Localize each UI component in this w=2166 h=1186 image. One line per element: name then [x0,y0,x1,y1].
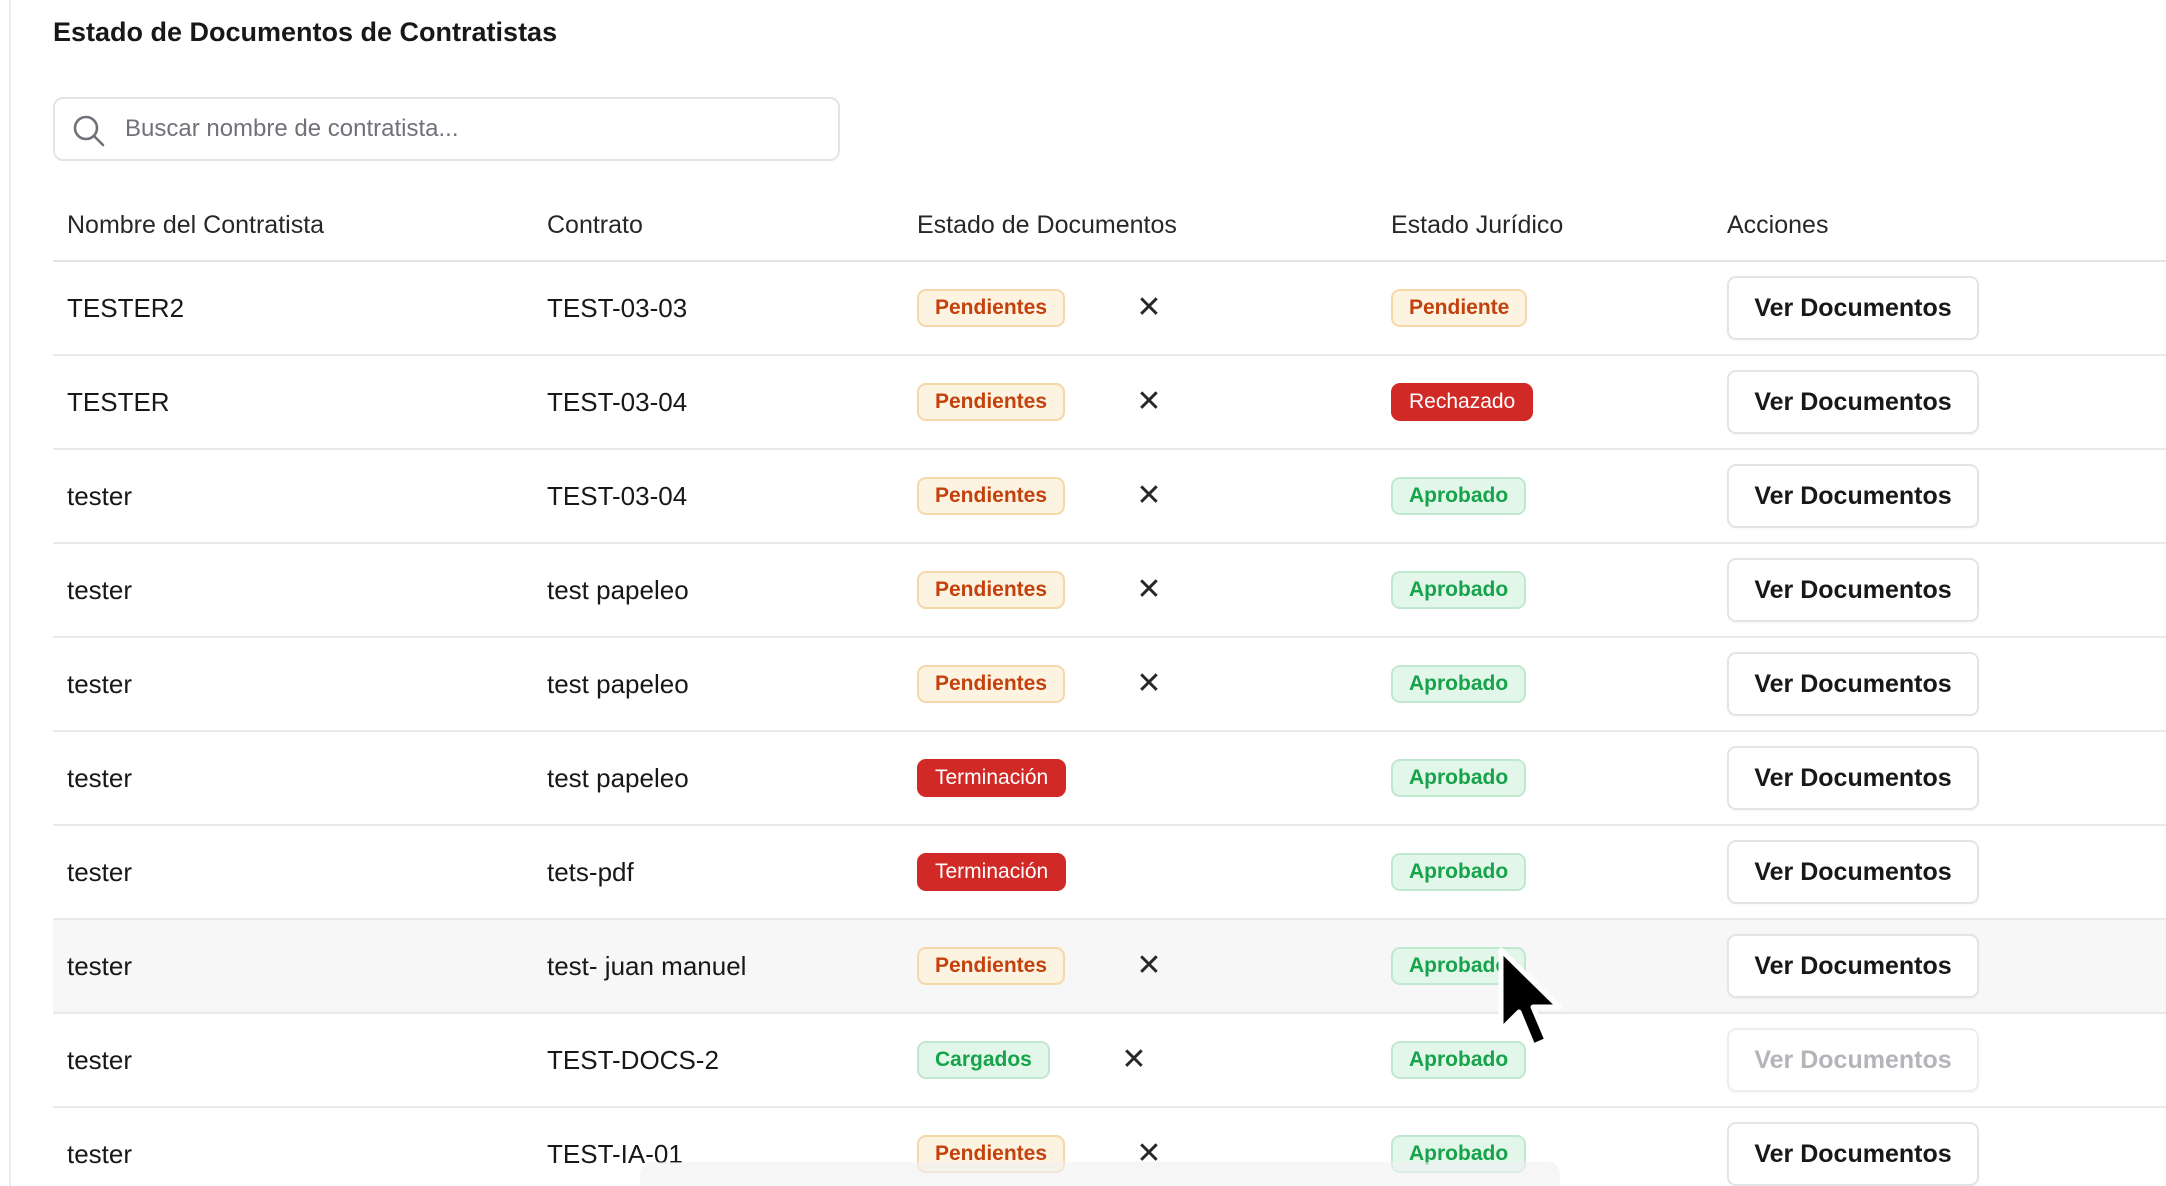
cell-contractor: TESTER2 [67,293,185,323]
view-documents-button[interactable]: Ver Documentos [1727,1028,1979,1092]
legal-status-badge: Aprobado [1391,759,1527,797]
doc-status-badge: Pendientes [917,947,1066,985]
table-row: tester TEST-03-04 Pendientes ✕ Aprobado Ver D… [53,450,2166,544]
view-documents-button[interactable]: Ver Documentos [1727,934,1979,998]
cell-contract: test papeleo [547,763,689,793]
cell-contract: test papeleo [547,669,689,699]
cell-contractor: tester [67,951,133,981]
cell-contractor: tester [67,763,133,793]
table-body: TESTER2 TEST-03-03 Pendientes ✕ Pendiente Ver… [53,262,2166,1186]
table-row: tester test papeleo Pendientes ✕ Aprobado Ver… [53,544,2166,638]
close-icon[interactable]: ✕ [1131,384,1167,420]
cell-contract: TEST-03-04 [547,481,688,511]
legal-status-badge: Aprobado [1391,665,1527,703]
table-header: Nombre del Contratista Contrato Estado d… [53,191,2166,262]
cell-contract: test papeleo [547,575,689,605]
cell-contractor: TESTER [67,387,170,417]
doc-status-badge: Pendientes [917,289,1066,327]
legal-status-badge: Pendiente [1391,289,1528,327]
cell-contractor: tester [67,1139,133,1169]
header-actions: Acciones [1727,211,1829,239]
table-row: tester tets-pdf Terminación Aprobado Ver Doc… [53,826,2166,920]
table-row: tester TEST-DOCS-2 Cargados ✕ Aprobado Ver Do… [53,1014,2166,1108]
table-row: TESTER TEST-03-04 Pendientes ✕ Rechazado Ver … [53,356,2166,450]
close-icon[interactable]: ✕ [1116,1042,1152,1078]
cell-contractor: tester [67,669,133,699]
header-contract: Contrato [547,211,643,239]
legal-status-badge: Aprobado [1391,853,1527,891]
table-row: tester test papeleo Terminación Aprobado Ver… [53,732,2166,826]
doc-status-badge: Pendientes [917,477,1066,515]
view-documents-button[interactable]: Ver Documentos [1727,1122,1979,1186]
doc-status-badge: Pendientes [917,383,1066,421]
search-icon [73,115,105,147]
cell-contractor: tester [67,575,133,605]
cell-contract: TEST-03-03 [547,293,688,323]
cell-contractor: tester [67,857,133,887]
cell-contract: TEST-03-04 [547,387,688,417]
table-row: TESTER2 TEST-03-03 Pendientes ✕ Pendiente Ver… [53,262,2166,356]
table-row: tester test- juan manuel Pendientes ✕ Aproba… [53,920,2166,1014]
header-contractor: Nombre del Contratista [67,211,325,239]
page: Estado de Documentos de Contratistas Nom… [0,0,2166,1186]
legal-status-badge: Aprobado [1391,947,1527,985]
header-legal-status: Estado Jurídico [1391,211,1564,239]
header-doc-status: Estado de Documentos [917,211,1177,239]
cell-contractor: tester [67,481,133,511]
cell-contract: TEST-DOCS-2 [547,1045,719,1075]
view-documents-button[interactable]: Ver Documentos [1727,840,1979,904]
legal-status-badge: Aprobado [1391,477,1527,515]
doc-status-badge: Cargados [917,1041,1050,1079]
page-title: Estado de Documentos de Contratistas [53,17,558,47]
view-documents-button[interactable]: Ver Documentos [1727,276,1979,340]
cell-contractor: tester [67,1045,133,1075]
search-input[interactable] [125,99,825,159]
doc-status-badge: Pendientes [917,665,1066,703]
cell-contract: test- juan manuel [547,951,747,981]
table-row: tester test papeleo Pendientes ✕ Aprobado Ver… [53,638,2166,732]
left-divider [9,0,11,1186]
close-icon[interactable]: ✕ [1131,478,1167,514]
close-icon[interactable]: ✕ [1131,572,1167,608]
view-documents-button[interactable]: Ver Documentos [1727,464,1979,528]
doc-status-badge: Terminación [917,853,1067,891]
search-box[interactable] [53,97,840,161]
view-documents-button[interactable]: Ver Documentos [1727,370,1979,434]
legal-status-badge: Rechazado [1391,383,1534,421]
view-documents-button[interactable]: Ver Documentos [1727,746,1979,810]
cell-contract: tets-pdf [547,857,634,887]
bottom-overlay [640,1162,1560,1186]
close-icon[interactable]: ✕ [1131,666,1167,702]
close-icon[interactable]: ✕ [1131,290,1167,326]
legal-status-badge: Aprobado [1391,571,1527,609]
doc-status-badge: Terminación [917,759,1067,797]
close-icon[interactable]: ✕ [1131,948,1167,984]
view-documents-button[interactable]: Ver Documentos [1727,652,1979,716]
view-documents-button[interactable]: Ver Documentos [1727,558,1979,622]
contractors-table: Nombre del Contratista Contrato Estado d… [53,191,2166,1186]
legal-status-badge: Aprobado [1391,1041,1527,1079]
doc-status-badge: Pendientes [917,571,1066,609]
